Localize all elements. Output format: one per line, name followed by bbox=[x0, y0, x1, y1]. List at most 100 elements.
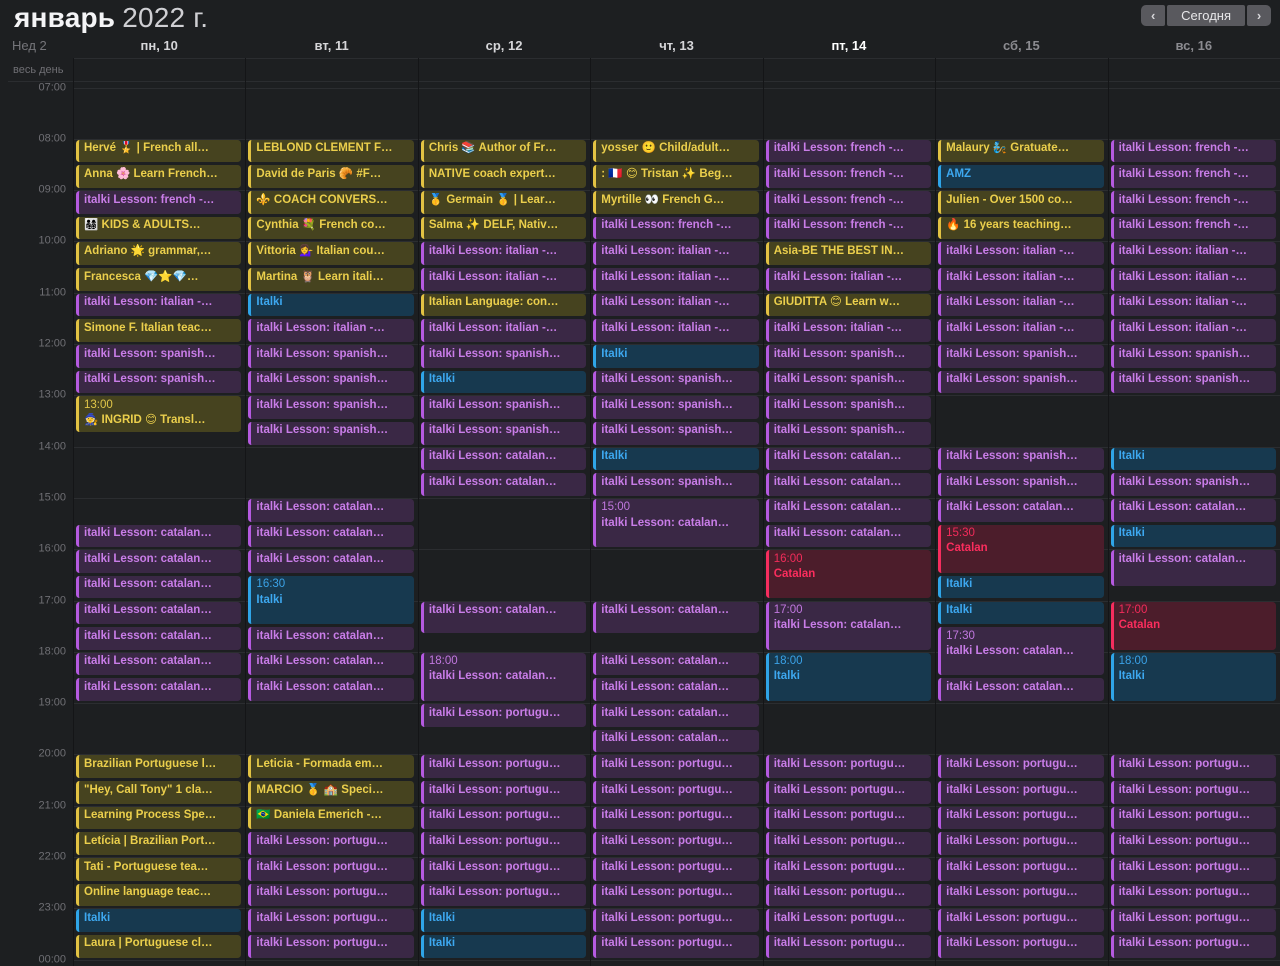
calendar-event[interactable]: italki Lesson: catalan… bbox=[76, 602, 241, 625]
calendar-event[interactable]: LEBLOND CLEMENT F… bbox=[248, 140, 413, 163]
calendar-event[interactable]: italki Lesson: spanish… bbox=[1111, 345, 1276, 368]
calendar-event[interactable]: italki Lesson: catalan… bbox=[593, 678, 758, 701]
calendar-event[interactable]: italki Lesson: catalan… bbox=[76, 576, 241, 599]
calendar-event[interactable]: 15:00italki Lesson: catalan… bbox=[593, 499, 758, 547]
calendar-event[interactable]: italki Lesson: portugu… bbox=[1111, 909, 1276, 932]
calendar-event[interactable]: italki Lesson: spanish… bbox=[766, 396, 931, 419]
calendar-event[interactable]: Hervé 🎖️ | French all… bbox=[76, 140, 241, 163]
day-header[interactable]: вт, 11 bbox=[315, 38, 349, 53]
calendar-event[interactable]: italki Lesson: italian -… bbox=[593, 319, 758, 342]
calendar-event[interactable]: "Hey, Call Tony" 1 cla… bbox=[76, 781, 241, 804]
calendar-event[interactable]: italki Lesson: catalan… bbox=[766, 499, 931, 522]
calendar-event[interactable]: italki Lesson: portugu… bbox=[1111, 832, 1276, 855]
calendar-event[interactable]: 🇧🇷 Daniela Emerich -… bbox=[248, 807, 413, 830]
calendar-event[interactable]: GIUDITTA 😊 Learn w… bbox=[766, 294, 931, 317]
calendar-event[interactable]: italki Lesson: portugu… bbox=[938, 832, 1103, 855]
calendar-event[interactable]: Italki bbox=[421, 371, 586, 394]
calendar-event[interactable]: italki Lesson: portugu… bbox=[248, 832, 413, 855]
calendar-event[interactable]: italki Lesson: spanish… bbox=[766, 371, 931, 394]
calendar-event[interactable]: Adriano 🌟 grammar,… bbox=[76, 242, 241, 265]
calendar-event[interactable]: Italki bbox=[938, 602, 1103, 625]
prev-week-button[interactable]: ‹ bbox=[1141, 5, 1165, 26]
calendar-event[interactable]: italki Lesson: catalan… bbox=[766, 473, 931, 496]
calendar-event[interactable]: italki Lesson: portugu… bbox=[1111, 807, 1276, 830]
calendar-event[interactable]: italki Lesson: french -… bbox=[766, 191, 931, 214]
calendar-event[interactable]: Tati - Portuguese tea… bbox=[76, 858, 241, 881]
calendar-event[interactable]: italki Lesson: italian -… bbox=[421, 319, 586, 342]
calendar-event[interactable]: italki Lesson: portugu… bbox=[766, 781, 931, 804]
calendar-event[interactable]: italki Lesson: italian -… bbox=[248, 319, 413, 342]
calendar-event[interactable]: italki Lesson: catalan… bbox=[938, 678, 1103, 701]
calendar-event[interactable]: italki Lesson: portugu… bbox=[938, 781, 1103, 804]
calendar-event[interactable]: italki Lesson: italian -… bbox=[421, 268, 586, 291]
calendar-event[interactable]: italki Lesson: italian -… bbox=[938, 268, 1103, 291]
calendar-event[interactable]: ⚜️ COACH CONVERS… bbox=[248, 191, 413, 214]
calendar-event[interactable]: italki Lesson: spanish… bbox=[421, 422, 586, 445]
calendar-event[interactable]: Italki bbox=[421, 909, 586, 932]
calendar-event[interactable]: italki Lesson: catalan… bbox=[248, 627, 413, 650]
calendar-event[interactable]: italki Lesson: catalan… bbox=[766, 448, 931, 471]
calendar-event[interactable]: italki Lesson: italian -… bbox=[766, 268, 931, 291]
calendar-event[interactable]: italki Lesson: portugu… bbox=[248, 858, 413, 881]
calendar-event[interactable]: italki Lesson: french -… bbox=[1111, 165, 1276, 188]
calendar-event[interactable]: italki Lesson: portugu… bbox=[766, 935, 931, 958]
calendar-event[interactable]: Italki bbox=[938, 576, 1103, 599]
calendar-event[interactable]: italki Lesson: portugu… bbox=[938, 807, 1103, 830]
calendar-event[interactable]: italki Lesson: spanish… bbox=[593, 473, 758, 496]
calendar-event[interactable]: italki Lesson: catalan… bbox=[248, 499, 413, 522]
day-header[interactable]: ср, 12 bbox=[486, 38, 523, 53]
calendar-event[interactable]: italki Lesson: spanish… bbox=[1111, 371, 1276, 394]
day-header[interactable]: сб, 15 bbox=[1003, 38, 1040, 53]
calendar-event[interactable]: italki Lesson: portugu… bbox=[938, 884, 1103, 907]
calendar-event[interactable]: 17:00Catalan bbox=[1111, 602, 1276, 650]
calendar-event[interactable]: italki Lesson: portugu… bbox=[1111, 858, 1276, 881]
calendar-event[interactable]: italki Lesson: portugu… bbox=[938, 935, 1103, 958]
calendar-event[interactable]: italki Lesson: catalan… bbox=[421, 448, 586, 471]
today-button[interactable]: Сегодня bbox=[1167, 5, 1245, 26]
calendar-event[interactable]: yosser 🙂 Child/adult… bbox=[593, 140, 758, 163]
calendar-event[interactable]: Anna 🌸 Learn French… bbox=[76, 165, 241, 188]
calendar-event[interactable]: italki Lesson: catalan… bbox=[938, 499, 1103, 522]
calendar-event[interactable]: italki Lesson: portugu… bbox=[248, 909, 413, 932]
calendar-event[interactable]: Salma ✨ DELF, Nativ… bbox=[421, 217, 586, 240]
calendar-event[interactable]: italki Lesson: portugu… bbox=[766, 884, 931, 907]
calendar-event[interactable]: italki Lesson: french -… bbox=[1111, 191, 1276, 214]
calendar-event[interactable]: italki Lesson: italian -… bbox=[1111, 268, 1276, 291]
calendar-event[interactable]: italki Lesson: portugu… bbox=[938, 755, 1103, 778]
calendar-event[interactable]: italki Lesson: spanish… bbox=[938, 345, 1103, 368]
calendar-event[interactable]: italki Lesson: italian -… bbox=[421, 242, 586, 265]
calendar-event[interactable]: italki Lesson: portugu… bbox=[248, 935, 413, 958]
calendar-event[interactable]: italki Lesson: portugu… bbox=[766, 909, 931, 932]
calendar-event[interactable]: italki Lesson: catalan… bbox=[421, 602, 586, 633]
calendar-event[interactable]: italki Lesson: italian -… bbox=[1111, 242, 1276, 265]
calendar-event[interactable]: italki Lesson: spanish… bbox=[1111, 473, 1276, 496]
calendar-event[interactable]: NATIVE coach expert… bbox=[421, 165, 586, 188]
calendar-event[interactable]: italki Lesson: italian -… bbox=[938, 294, 1103, 317]
calendar-event[interactable]: italki Lesson: french -… bbox=[1111, 140, 1276, 163]
calendar-event[interactable]: italki Lesson: spanish… bbox=[593, 371, 758, 394]
day-header[interactable]: вс, 16 bbox=[1175, 38, 1212, 53]
calendar-event[interactable]: italki Lesson: catalan… bbox=[248, 653, 413, 676]
calendar-event[interactable]: italki Lesson: portugu… bbox=[593, 884, 758, 907]
calendar-event[interactable]: italki Lesson: italian -… bbox=[76, 294, 241, 317]
calendar-event[interactable]: MARCIO 🥇 🏫 Speci… bbox=[248, 781, 413, 804]
calendar-event[interactable]: italki Lesson: spanish… bbox=[938, 371, 1103, 394]
calendar-event[interactable]: italki Lesson: spanish… bbox=[248, 396, 413, 419]
calendar-event[interactable]: italki Lesson: portugu… bbox=[766, 832, 931, 855]
calendar-event[interactable]: Letícia | Brazilian Port… bbox=[76, 832, 241, 855]
calendar-event[interactable]: Italki bbox=[1111, 448, 1276, 471]
calendar-event[interactable]: 16:30Italki bbox=[248, 576, 413, 624]
calendar-event[interactable]: italki Lesson: spanish… bbox=[593, 396, 758, 419]
calendar-event[interactable]: 13:00🧙 INGRID 😊 Transl… bbox=[76, 396, 241, 431]
calendar-event[interactable]: italki Lesson: french -… bbox=[766, 165, 931, 188]
calendar-event[interactable]: italki Lesson: catalan… bbox=[766, 525, 931, 548]
calendar-event[interactable]: italki Lesson: portugu… bbox=[248, 884, 413, 907]
calendar-event[interactable]: 15:30Catalan bbox=[938, 525, 1103, 573]
calendar-event[interactable]: Francesca 💎⭐💎… bbox=[76, 268, 241, 291]
calendar-event[interactable]: Brazilian Portuguese l… bbox=[76, 755, 241, 778]
calendar-event[interactable]: italki Lesson: spanish… bbox=[76, 371, 241, 394]
calendar-event[interactable]: italki Lesson: catalan… bbox=[248, 525, 413, 548]
calendar-event[interactable]: italki Lesson: italian -… bbox=[766, 319, 931, 342]
calendar-event[interactable]: italki Lesson: catalan… bbox=[76, 678, 241, 701]
calendar-event[interactable]: italki Lesson: portugu… bbox=[421, 704, 586, 727]
